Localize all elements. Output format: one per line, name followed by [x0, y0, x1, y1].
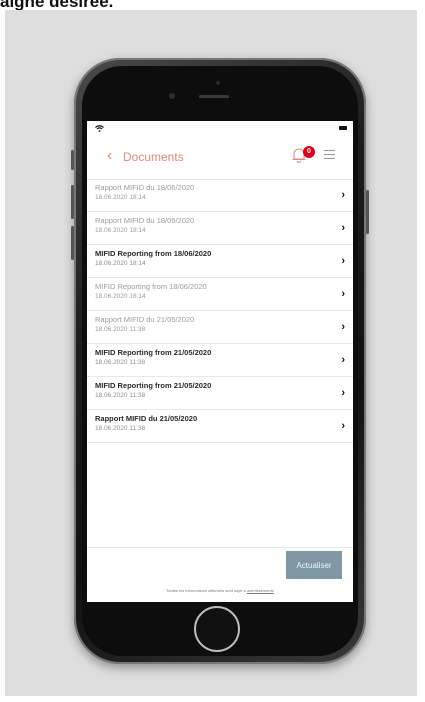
back-chevron-icon[interactable]: ‹ [107, 147, 112, 165]
document-title: MIFID Reporting from 21/05/2020 [95, 348, 212, 357]
volume-down-button [71, 226, 74, 260]
document-title: Rapport MIFID du 21/05/2020 [95, 315, 195, 324]
document-row[interactable]: Rapport MIFID du 18/06/2020 18.06.2020 18… [87, 179, 353, 212]
chevron-right-icon[interactable]: › [341, 288, 345, 300]
document-row[interactable]: Rapport MIFID du 21/05/2020 18.06.2020 11… [87, 311, 353, 344]
battery-icon [339, 126, 347, 130]
power-button [366, 190, 369, 234]
document-date: 18.06.2020 11:38 [95, 359, 146, 366]
document-list: Rapport MIFID du 18/06/2020 18.06.2020 18… [87, 179, 353, 443]
document-title: Rapport MIFID du 21/05/2020 [95, 414, 198, 423]
document-date: 18.06.2020 11:38 [95, 392, 146, 399]
chevron-right-icon[interactable]: › [341, 222, 345, 234]
document-row[interactable]: MIFID Reporting from 18/06/2020 18.06.202… [87, 245, 353, 278]
chevron-right-icon[interactable]: › [341, 354, 345, 366]
document-title: Rapport MIFID du 18/06/2020 [95, 183, 195, 192]
app-screen: ‹ Documents 0 Rapport MIFID du 18/06/202… [87, 121, 353, 602]
document-row[interactable]: MIFID Reporting from 21/05/2020 18.06.202… [87, 344, 353, 377]
volume-up-button [71, 185, 74, 219]
document-date: 18.06.2020 18:14 [95, 293, 146, 300]
document-date: 18.06.2020 11:38 [95, 326, 146, 333]
document-row[interactable]: MIFID Reporting from 18/06/2020 18.06.202… [87, 278, 353, 311]
document-date: 18.06.2020 18:14 [95, 227, 146, 234]
document-title: MIFID Reporting from 18/06/2020 [95, 282, 207, 291]
document-date: 18.06.2020 11:38 [95, 425, 146, 432]
document-row[interactable]: Rapport MIFID du 21/05/2020 18.06.2020 11… [87, 410, 353, 443]
wifi-icon [95, 124, 104, 134]
document-title: MIFID Reporting from 21/05/2020 [95, 381, 212, 390]
proximity-sensor [216, 81, 220, 85]
document-date: 18.06.2020 18:14 [95, 260, 146, 267]
hamburger-menu-icon[interactable] [324, 150, 335, 159]
nav-header: ‹ Documents 0 [87, 137, 353, 180]
footer-divider [87, 547, 353, 548]
chevron-right-icon[interactable]: › [341, 189, 345, 201]
document-date: 18.06.2020 18:14 [95, 194, 146, 201]
chevron-right-icon[interactable]: › [341, 255, 345, 267]
document-title: MIFID Reporting from 18/06/2020 [95, 249, 212, 258]
chevron-right-icon[interactable]: › [341, 321, 345, 333]
notification-badge: 0 [303, 146, 315, 158]
document-row[interactable]: MIFID Reporting from 21/05/2020 18.06.202… [87, 377, 353, 410]
chevron-right-icon[interactable]: › [341, 387, 345, 399]
chevron-right-icon[interactable]: › [341, 420, 345, 432]
refresh-button[interactable]: Actualiser [286, 551, 342, 579]
front-camera [169, 93, 175, 99]
mute-switch [71, 150, 74, 170]
earpiece-speaker [199, 95, 229, 98]
disclaimer-link[interactable]: avertissements [247, 588, 274, 593]
document-row[interactable]: Rapport MIFID du 18/06/2020 18.06.2020 18… [87, 212, 353, 245]
document-title: Rapport MIFID du 18/06/2020 [95, 216, 195, 225]
page-title[interactable]: Documents [123, 150, 184, 164]
home-button[interactable] [194, 606, 240, 652]
disclaimer-text: Toutes les informations affichées sont s… [166, 588, 247, 593]
disclaimer: Toutes les informations affichées sont s… [87, 588, 353, 593]
status-bar [87, 121, 353, 137]
